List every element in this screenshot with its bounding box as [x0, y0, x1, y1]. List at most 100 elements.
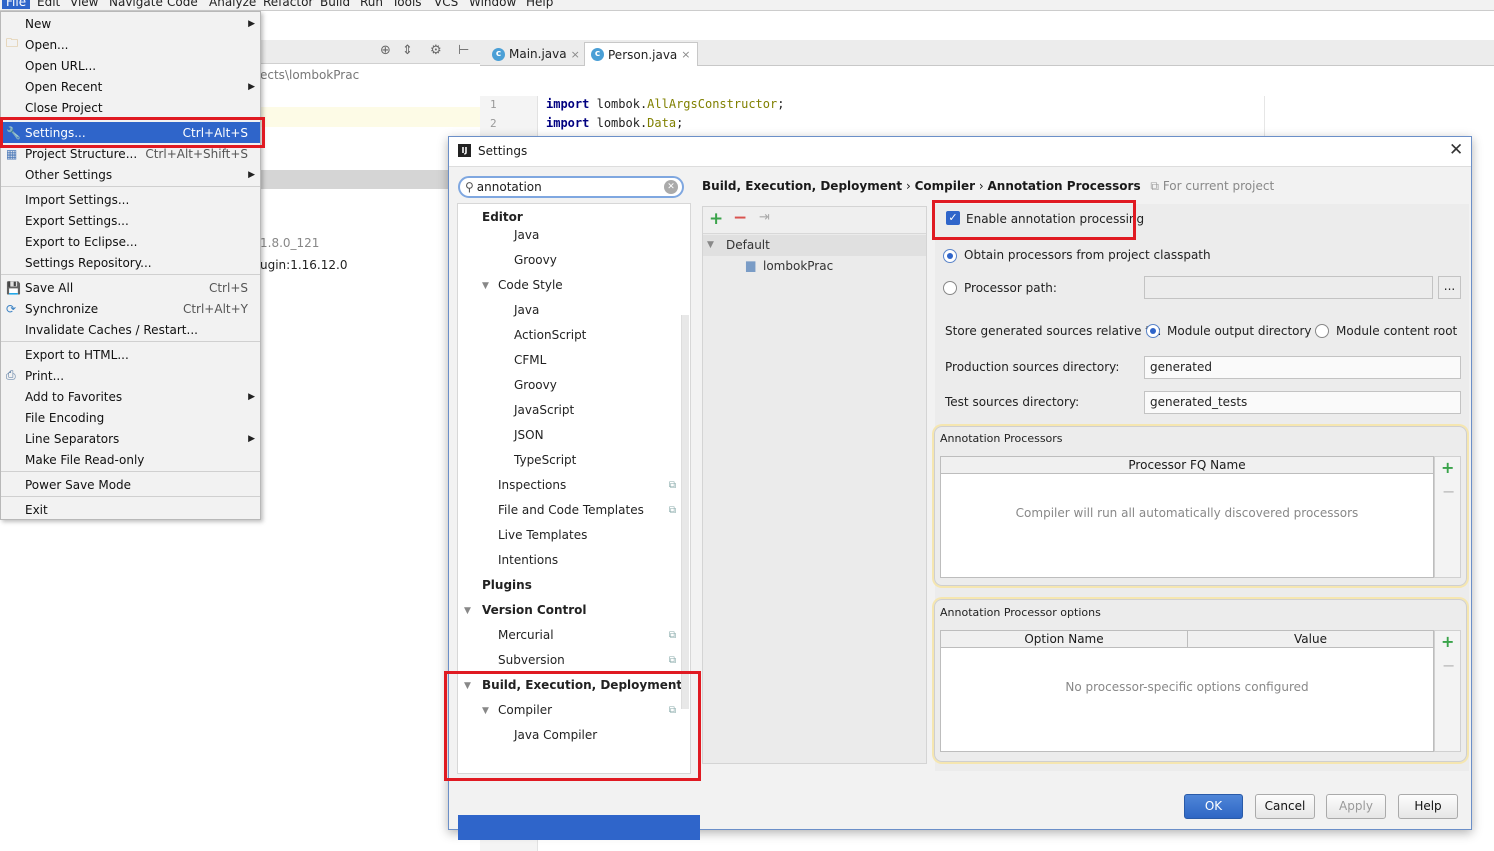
menu-file[interactable]: File: [2, 0, 31, 9]
menu-item-line-separators[interactable]: Line Separators ▶: [1, 428, 260, 449]
menu-help[interactable]: Help: [526, 0, 553, 9]
tree-cs-json[interactable]: JSON: [514, 428, 544, 442]
tree-version-control[interactable]: Version Control: [482, 603, 587, 617]
obtain-classpath-radio[interactable]: [943, 249, 957, 263]
tab-person-java[interactable]: c Person.java ×: [584, 42, 698, 66]
menu-analyze[interactable]: Analyze: [209, 0, 256, 9]
cancel-button[interactable]: Cancel: [1255, 794, 1315, 819]
tree-plugins[interactable]: Plugins: [482, 578, 532, 592]
help-button[interactable]: Help: [1398, 794, 1458, 819]
tab-main-java[interactable]: c Main.java ×: [486, 42, 586, 66]
menu-item-settings[interactable]: 🔧 Settings... Ctrl+Alt+S: [1, 122, 260, 143]
profile-default-row[interactable]: ▼ Default: [703, 235, 926, 256]
remove-icon[interactable]: −: [733, 208, 747, 228]
processors-table[interactable]: Processor FQ Name Compiler will run all …: [940, 456, 1434, 578]
profile-default[interactable]: Default: [726, 238, 770, 252]
remove-icon[interactable]: −: [1442, 482, 1455, 501]
options-table[interactable]: Option Name Value No processor-specific …: [940, 630, 1434, 752]
tree-editor[interactable]: Editor: [482, 210, 523, 224]
add-icon[interactable]: +: [1441, 458, 1454, 477]
menu-tools[interactable]: Tools: [392, 0, 422, 9]
ok-button[interactable]: OK: [1184, 794, 1243, 819]
tree-file-code-templates[interactable]: File and Code Templates: [498, 503, 644, 517]
menu-item-export-html[interactable]: Export to HTML...: [1, 344, 260, 365]
menu-item-exit[interactable]: Exit: [1, 499, 260, 520]
remove-icon[interactable]: −: [1442, 656, 1455, 675]
processor-fq-name-header[interactable]: Processor FQ Name: [941, 457, 1433, 474]
tree-scrollbar[interactable]: [681, 315, 689, 709]
menu-item-open-recent[interactable]: Open Recent ▶: [1, 76, 260, 97]
menu-item-other-settings[interactable]: Other Settings ▶: [1, 164, 260, 185]
test-dir-field[interactable]: generated_tests: [1144, 391, 1461, 414]
menu-item-project-structure[interactable]: ▦ Project Structure... Ctrl+Alt+Shift+S: [1, 143, 260, 164]
option-name-header[interactable]: Option Name: [941, 631, 1188, 648]
hide-panel-icon[interactable]: ⊢: [458, 43, 469, 58]
menu-item-open[interactable]: 🗀 Open...: [1, 34, 260, 55]
processor-path-radio[interactable]: [943, 281, 957, 295]
tree-live-templates[interactable]: Live Templates: [498, 528, 587, 542]
search-input[interactable]: annotation: [477, 180, 542, 194]
expand-icon[interactable]: ▼: [482, 281, 489, 291]
tree-mercurial[interactable]: Mercurial: [498, 628, 554, 642]
menu-navigate[interactable]: Navigate: [109, 0, 163, 9]
add-icon[interactable]: +: [709, 209, 723, 229]
menu-item-print[interactable]: ⎙ Print...: [1, 365, 260, 386]
move-icon[interactable]: ⇥: [759, 210, 770, 225]
module-output-radio[interactable]: [1146, 324, 1160, 338]
menu-run[interactable]: Run: [360, 0, 383, 9]
menu-refactor[interactable]: Refactor: [263, 0, 313, 9]
menu-code[interactable]: Code: [167, 0, 198, 9]
menu-window[interactable]: Window: [469, 0, 516, 9]
profile-module[interactable]: lombokPrac: [763, 259, 833, 273]
option-value-header[interactable]: Value: [1188, 631, 1433, 648]
tree-annotation-processors[interactable]: Annotation Processors: [514, 753, 648, 767]
tree-subversion[interactable]: Subversion: [498, 653, 565, 667]
tree-java[interactable]: Java: [514, 228, 539, 242]
menu-item-export-settings[interactable]: Export Settings...: [1, 210, 260, 231]
menu-item-new[interactable]: New ▶: [1, 13, 260, 34]
close-icon[interactable]: ×: [571, 48, 580, 61]
module-content-radio[interactable]: [1315, 324, 1329, 338]
expand-icon[interactable]: ▼: [464, 681, 471, 691]
tree-compiler[interactable]: Compiler: [498, 703, 552, 717]
tree-intentions[interactable]: Intentions: [498, 553, 558, 567]
browse-button[interactable]: ...: [1438, 276, 1461, 299]
tree-inspections[interactable]: Inspections: [498, 478, 566, 492]
processor-path-field[interactable]: [1144, 276, 1433, 299]
menu-item-invalidate-caches[interactable]: Invalidate Caches / Restart...: [1, 319, 260, 340]
menu-edit[interactable]: Edit: [37, 0, 60, 9]
menu-item-close-project[interactable]: Close Project: [1, 97, 260, 118]
crosshair-icon[interactable]: ⊕: [380, 43, 391, 58]
menu-item-power-save[interactable]: Power Save Mode: [1, 474, 260, 495]
close-icon[interactable]: ×: [681, 48, 690, 61]
tree-code-style[interactable]: Code Style: [498, 278, 563, 292]
expand-icon[interactable]: ▼: [707, 240, 714, 250]
menu-item-export-eclipse[interactable]: Export to Eclipse...: [1, 231, 260, 252]
code-line[interactable]: import lombok.Data;: [546, 116, 683, 130]
tree-cs-typescript[interactable]: TypeScript: [514, 453, 576, 467]
menu-item-save-all[interactable]: 💾 Save All Ctrl+S: [1, 277, 260, 298]
tree-cs-groovy[interactable]: Groovy: [514, 378, 557, 392]
menu-item-file-encoding[interactable]: File Encoding: [1, 407, 260, 428]
menu-item-import-settings[interactable]: Import Settings...: [1, 189, 260, 210]
menu-item-synchronize[interactable]: ⟳ Synchronize Ctrl+Alt+Y: [1, 298, 260, 319]
menu-item-settings-repository[interactable]: Settings Repository...: [1, 252, 260, 273]
clear-search-icon[interactable]: ✕: [664, 180, 678, 194]
settings-search[interactable]: ⚲ annotation ✕: [458, 176, 684, 198]
menu-build[interactable]: Build: [320, 0, 350, 9]
tree-cs-javascript[interactable]: JavaScript: [514, 403, 574, 417]
tree-java-compiler[interactable]: Java Compiler: [514, 728, 597, 742]
tree-cs-actionscript[interactable]: ActionScript: [514, 328, 586, 342]
menu-item-open-url[interactable]: Open URL...: [1, 55, 260, 76]
expand-icon[interactable]: ▼: [482, 706, 489, 716]
menu-item-add-favorites[interactable]: Add to Favorites ▶: [1, 386, 260, 407]
tree-groovy[interactable]: Groovy: [514, 253, 557, 267]
menu-view[interactable]: View: [70, 0, 98, 9]
close-icon[interactable]: ✕: [1449, 140, 1463, 160]
menu-vcs[interactable]: VCS: [434, 0, 458, 9]
tree-cs-java[interactable]: Java: [514, 303, 539, 317]
apply-button[interactable]: Apply: [1326, 794, 1386, 819]
tree-cs-cfml[interactable]: CFML: [514, 353, 546, 367]
code-line[interactable]: import lombok.AllArgsConstructor;: [546, 97, 784, 111]
add-icon[interactable]: +: [1441, 632, 1454, 651]
